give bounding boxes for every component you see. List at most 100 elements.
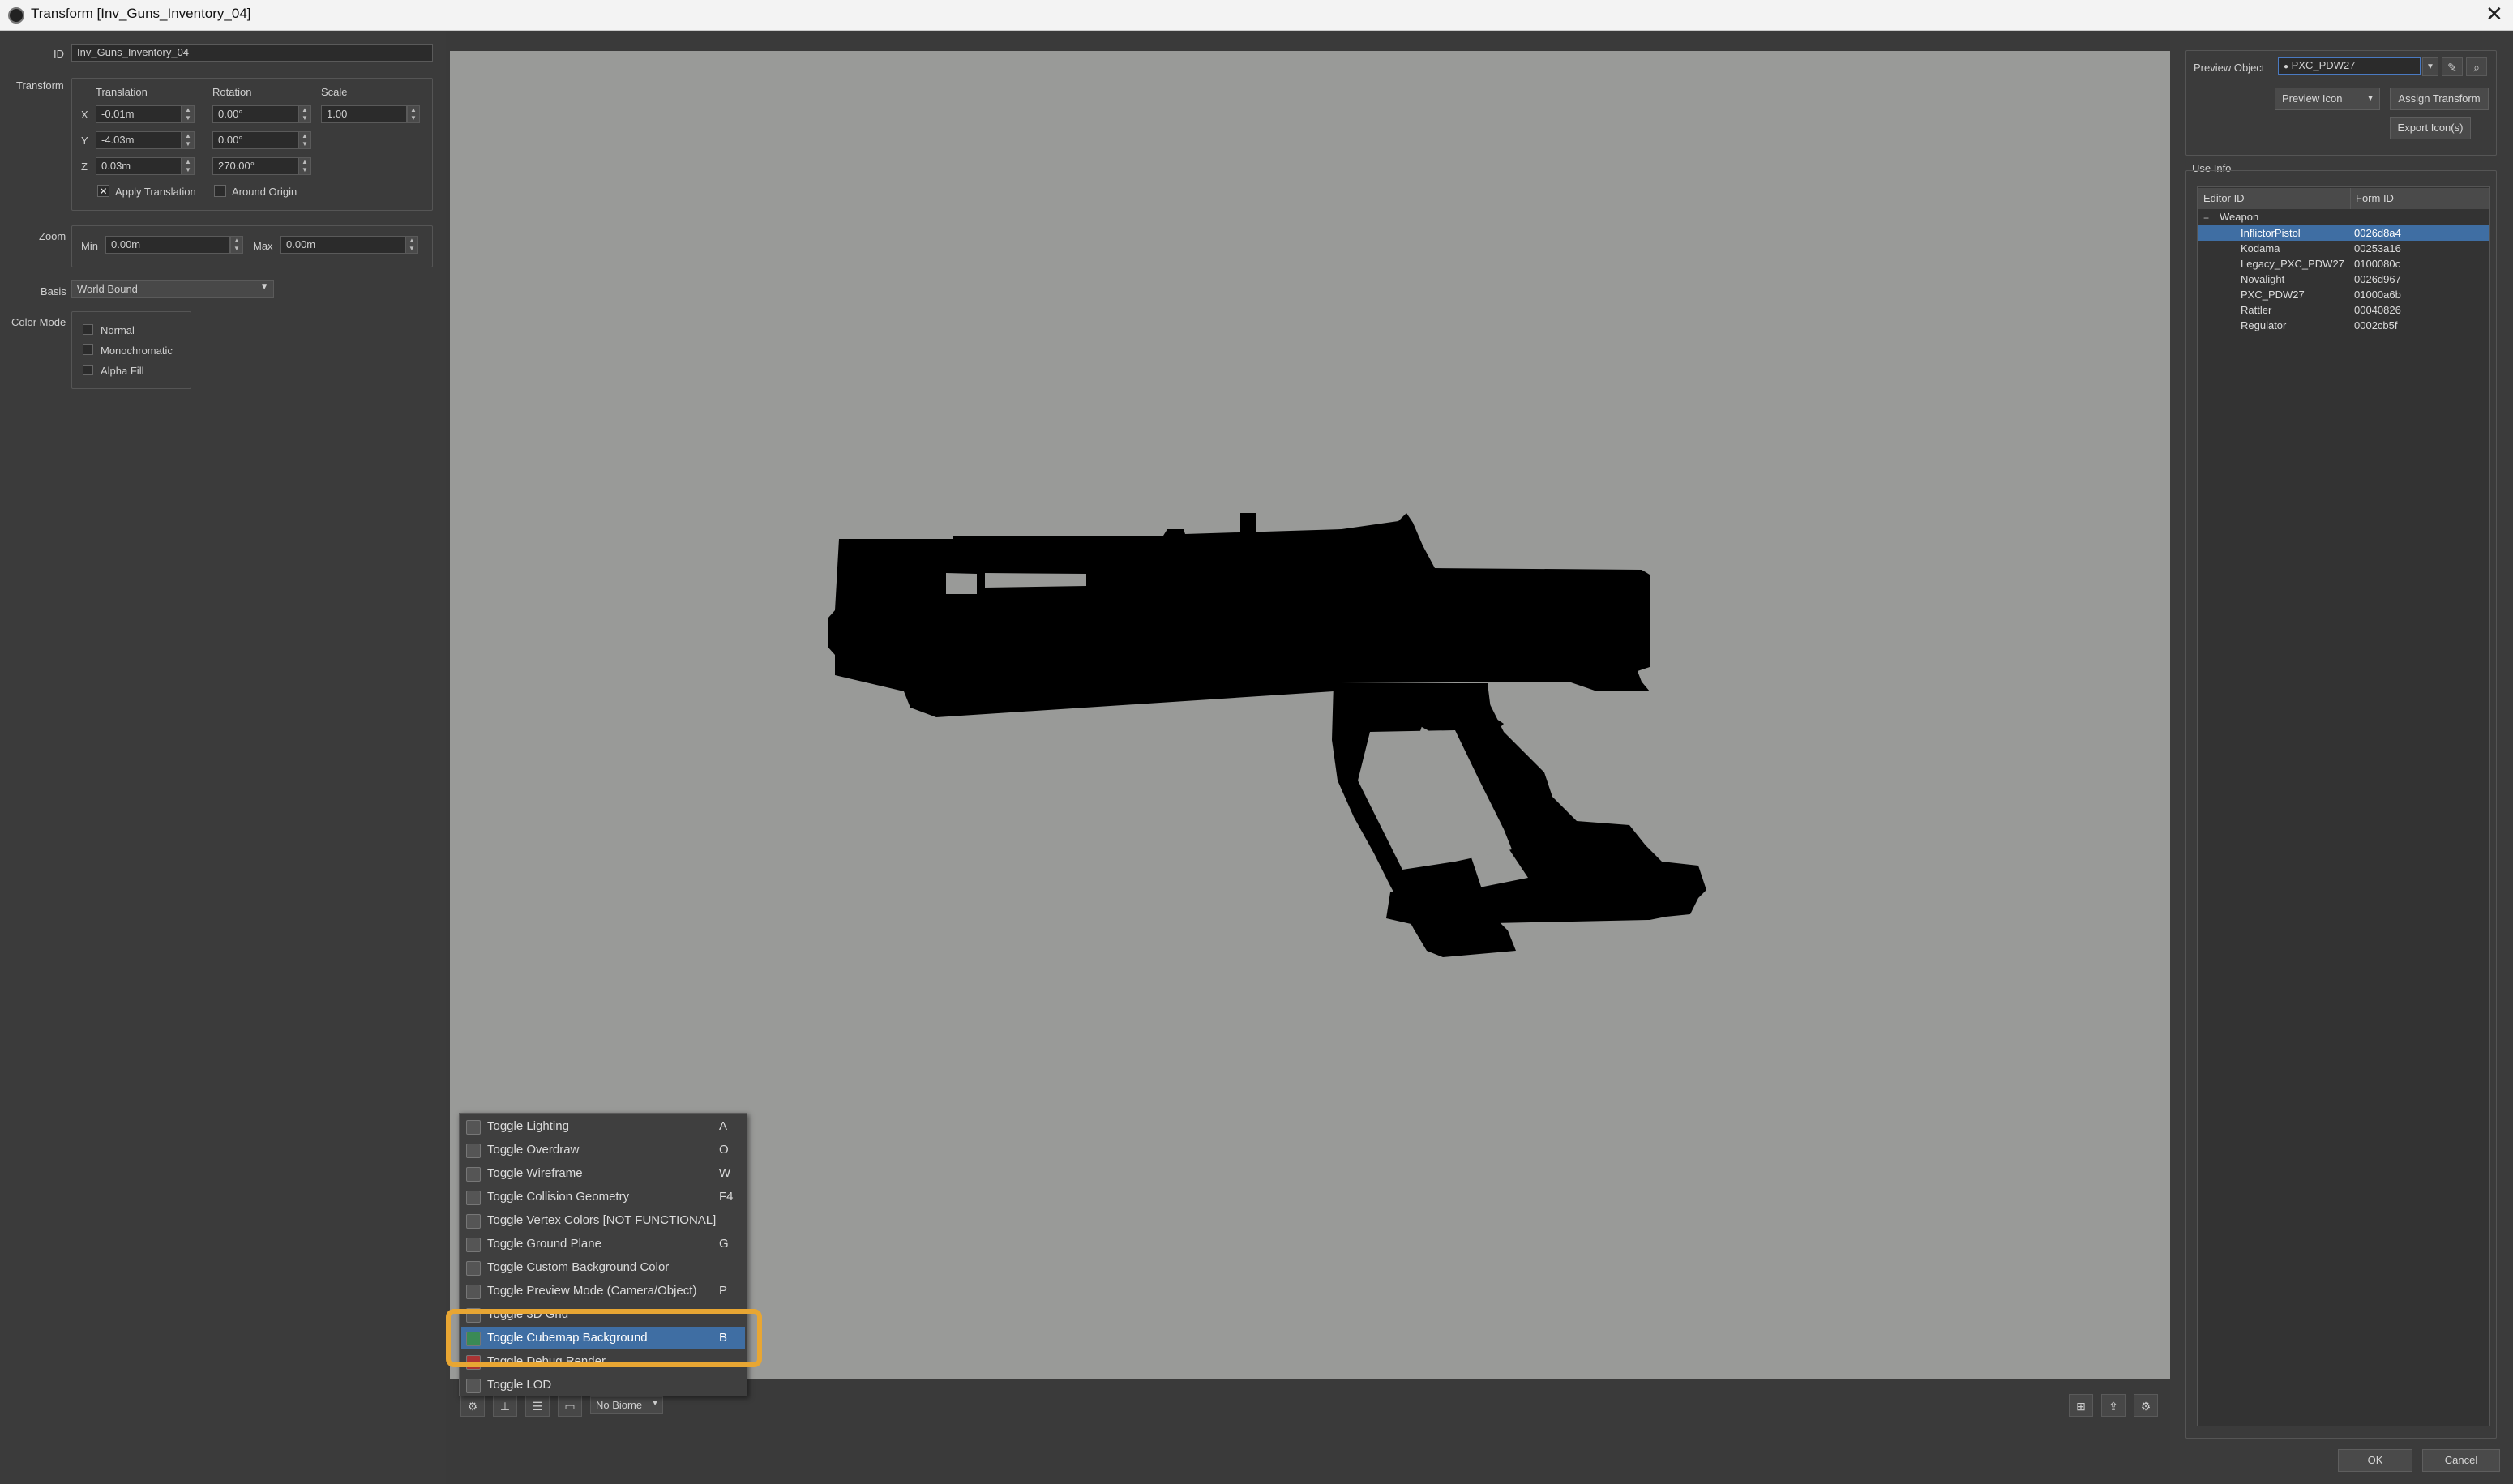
object-icon: ● — [2284, 62, 2289, 71]
camera-icon — [466, 1285, 481, 1299]
preview-icon-label: Preview Icon — [2282, 92, 2343, 105]
preview-icon-dropdown[interactable]: Preview Icon ▼ — [2275, 88, 2380, 110]
search-object-button[interactable]: ⌕ — [2466, 57, 2487, 76]
axis-z-label: Z — [81, 160, 88, 173]
title-bar — [0, 0, 2513, 31]
menu-item-toggle-collision-geometry[interactable]: Toggle Collision Geometry F4 — [461, 1186, 745, 1208]
menu-item-toggle-ground-plane[interactable]: Toggle Ground Plane G — [461, 1233, 745, 1255]
menu-item-toggle-custom-background-color[interactable]: Toggle Custom Background Color — [461, 1256, 745, 1279]
zoom-max-label: Max — [253, 240, 273, 252]
apply-translation-checkbox[interactable]: ✕ — [97, 185, 109, 197]
table-row[interactable]: Regulator 0002cb5f — [2198, 318, 2489, 333]
window-title: Transform [Inv_Guns_Inventory_04] — [31, 6, 251, 21]
rotation-x-input[interactable]: 0.00° — [212, 105, 298, 123]
lod-icon — [466, 1379, 481, 1393]
normal-checkbox[interactable] — [83, 324, 93, 335]
menu-item-toggle-vertex-colors[interactable]: Toggle Vertex Colors [NOT FUNCTIONAL] — [461, 1209, 745, 1232]
table-row[interactable]: InflictorPistol 0026d8a4 — [2198, 225, 2489, 241]
biome-value: No Biome — [596, 1399, 643, 1411]
alpha-fill-checkbox[interactable] — [83, 365, 93, 375]
menu-item-toggle-overdraw[interactable]: Toggle Overdraw O — [461, 1139, 745, 1161]
id-field[interactable]: Inv_Guns_Inventory_04 — [71, 44, 433, 62]
translation-y-spinner[interactable]: ▲ ▼ — [182, 131, 195, 149]
preview-object-label: Preview Object — [2194, 62, 2265, 74]
around-origin-checkbox[interactable] — [214, 185, 226, 197]
rotation-z-spinner[interactable]: ▲ ▼ — [298, 157, 311, 175]
zoom-label: Zoom — [39, 230, 66, 242]
close-icon[interactable]: ✕ — [2485, 2, 2503, 27]
weapon-group-label[interactable]: Weapon — [2220, 211, 2258, 223]
list-button[interactable]: ☰ — [525, 1394, 550, 1417]
export-icons-button[interactable]: Export Icon(s) — [2390, 117, 2471, 139]
layout-icon: ⊞ — [2076, 1400, 2086, 1413]
translation-header: Translation — [96, 86, 148, 98]
ok-button[interactable]: OK — [2338, 1449, 2412, 1472]
basis-dropdown[interactable]: World Bound ▼ — [71, 280, 274, 298]
basis-value: World Bound — [77, 283, 138, 295]
apply-translation-label: Apply Translation — [115, 186, 196, 198]
zoom-max-spinner[interactable]: ▲ ▼ — [405, 236, 418, 254]
zoom-min-spinner[interactable]: ▲ ▼ — [230, 236, 243, 254]
wireframe-icon — [466, 1167, 481, 1182]
pencil-icon: ✎ — [2447, 61, 2457, 74]
pin-icon: ⊥ — [499, 1400, 511, 1413]
app-icon — [8, 7, 24, 24]
export-icon: ⇪ — [2108, 1400, 2118, 1413]
render-options-button[interactable]: ⚙ — [460, 1394, 485, 1417]
menu-item-toggle-preview-mode[interactable]: Toggle Preview Mode (Camera/Object) P — [461, 1280, 745, 1302]
chevron-down-icon: ▼ — [2366, 94, 2374, 103]
basis-label: Basis — [41, 285, 66, 297]
chevron-down-icon: ▼ — [260, 283, 268, 292]
scale-input[interactable]: 1.00 — [321, 105, 407, 123]
translation-x-input[interactable]: -0.01m — [96, 105, 182, 123]
menu-item-toggle-lighting[interactable]: Toggle Lighting A — [461, 1115, 745, 1138]
rotation-y-input[interactable]: 0.00° — [212, 131, 298, 149]
alpha-fill-label: Alpha Fill — [101, 365, 144, 377]
preview-object-input[interactable]: ● PXC_PDW27 — [2278, 57, 2421, 75]
biome-dropdown[interactable]: No Biome ▼ — [590, 1396, 663, 1414]
translation-x-spinner[interactable]: ▲ ▼ — [182, 105, 195, 123]
assign-transform-button[interactable]: Assign Transform — [2390, 88, 2489, 110]
preview-object-value: PXC_PDW27 — [2291, 59, 2356, 71]
table-row[interactable]: Legacy_PXC_PDW27 0100080c — [2198, 256, 2489, 272]
menu-item-toggle-lod[interactable]: Toggle LOD — [461, 1374, 745, 1396]
rotation-y-spinner[interactable]: ▲ ▼ — [298, 131, 311, 149]
export-button[interactable]: ⇪ — [2101, 1394, 2126, 1417]
form-id-header[interactable]: Form ID — [2351, 188, 2489, 209]
cancel-button[interactable]: Cancel — [2422, 1449, 2500, 1472]
highlight-annotation — [446, 1309, 762, 1367]
transform-label: Transform — [16, 79, 64, 92]
table-row[interactable]: Novalight 0026d967 — [2198, 272, 2489, 287]
translation-y-input[interactable]: -4.03m — [96, 131, 182, 149]
scale-spinner[interactable]: ▲ ▼ — [407, 105, 420, 123]
rotation-header: Rotation — [212, 86, 252, 98]
translation-z-spinner[interactable]: ▲ ▼ — [182, 157, 195, 175]
settings-button[interactable]: ⚙ — [2134, 1394, 2158, 1417]
table-row[interactable]: Rattler 00040826 — [2198, 302, 2489, 318]
camera-button[interactable]: ▭ — [558, 1394, 582, 1417]
menu-item-toggle-wireframe[interactable]: Toggle Wireframe W — [461, 1162, 745, 1185]
ground-plane-icon — [466, 1238, 481, 1252]
normal-label: Normal — [101, 324, 135, 336]
monochromatic-checkbox[interactable] — [83, 344, 93, 355]
preview-object-dropdown[interactable]: ▼ — [2422, 57, 2438, 76]
pin-button[interactable]: ⊥ — [493, 1394, 517, 1417]
zoom-max-input[interactable]: 0.00m — [280, 236, 405, 254]
zoom-min-input[interactable]: 0.00m — [105, 236, 230, 254]
translation-z-input[interactable]: 0.03m — [96, 157, 182, 175]
list-icon: ☰ — [532, 1400, 543, 1413]
layout-button[interactable]: ⊞ — [2069, 1394, 2093, 1417]
rotation-z-input[interactable]: 270.00° — [212, 157, 298, 175]
edit-object-button[interactable]: ✎ — [2442, 57, 2463, 76]
collapse-icon[interactable]: − — [2203, 212, 2209, 224]
table-row[interactable]: PXC_PDW27 01000a6b — [2198, 287, 2489, 302]
scale-header: Scale — [321, 86, 348, 98]
gear-icon: ⚙ — [2140, 1400, 2151, 1413]
search-icon: ⌕ — [2473, 61, 2480, 74]
table-row[interactable]: Kodama 00253a16 — [2198, 241, 2489, 256]
editor-id-header[interactable]: Editor ID — [2198, 188, 2351, 209]
rotation-x-spinner[interactable]: ▲ ▼ — [298, 105, 311, 123]
color-mode-label: Color Mode — [11, 316, 66, 328]
lightbulb-icon — [466, 1120, 481, 1135]
axis-x-label: X — [81, 109, 88, 121]
